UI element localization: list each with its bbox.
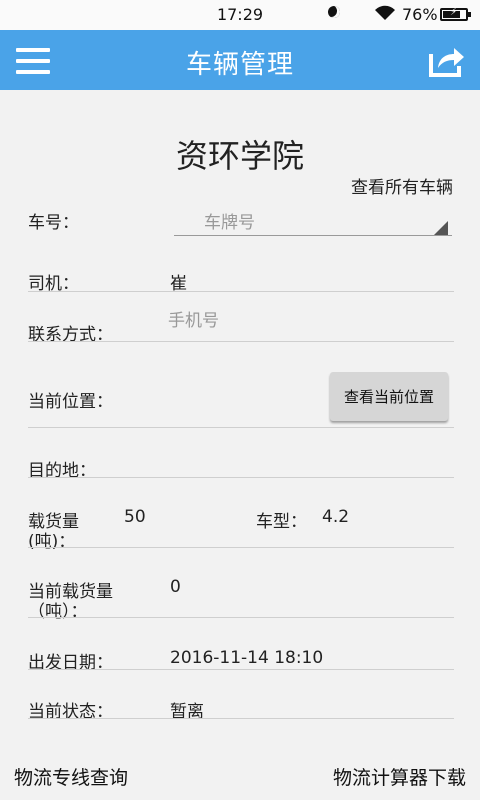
page-title: 车辆管理 [185, 50, 294, 80]
vehicle-type-value: 4.2 [322, 507, 350, 527]
location-label: 当前位置： [28, 392, 113, 412]
app-bar: 车辆管理 [0, 30, 480, 90]
view-location-button[interactable]: 查看当前位置 [330, 372, 448, 421]
capacity-unit-label: (吨)： [28, 532, 76, 552]
plate-select[interactable]: 车牌号 [174, 200, 454, 238]
battery-percent: 76% [402, 5, 438, 24]
moon-icon [328, 6, 340, 18]
logistics-line-query-link[interactable]: 物流专线查询 [14, 763, 128, 790]
share-icon[interactable] [428, 44, 466, 78]
school-name: 资环学院 [175, 137, 304, 175]
departure-value: 2016-11-14 18:10 [170, 648, 324, 668]
divider [28, 547, 454, 548]
capacity-value: 50 [124, 507, 146, 527]
plate-placeholder: 车牌号 [204, 213, 255, 233]
dropdown-corner-icon [434, 221, 448, 235]
bolt-icon: ⚡ [450, 7, 458, 18]
divider [28, 617, 454, 618]
current-load-unit-label: （吨）： [28, 602, 88, 622]
view-all-vehicles-link[interactable]: 查看所有车辆 [351, 173, 453, 198]
current-load-value: 0 [170, 577, 181, 597]
divider [28, 477, 454, 478]
phone-input[interactable] [160, 306, 290, 336]
divider [28, 341, 454, 342]
plate-label: 车号： [28, 213, 79, 233]
divider [28, 718, 454, 719]
battery-charging-icon: ⚡ [440, 7, 471, 21]
divider [28, 291, 454, 292]
divider [28, 669, 454, 670]
status-bar: 17:29 76% ⚡ [0, 0, 480, 30]
logistics-calculator-download-link[interactable]: 物流计算器下载 [333, 763, 466, 790]
divider [28, 427, 454, 428]
plate-underline [174, 235, 452, 236]
vehicle-type-label: 车型： [256, 512, 307, 532]
wifi-icon [375, 5, 395, 20]
